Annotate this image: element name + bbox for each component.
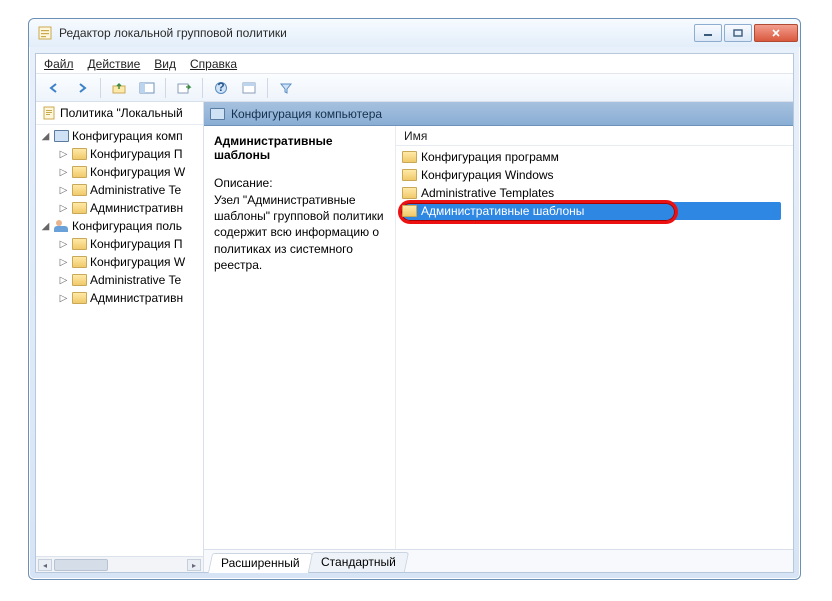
up-folder-button[interactable] — [107, 77, 131, 99]
expand-icon[interactable]: ▷ — [58, 239, 69, 250]
menu-view[interactable]: Вид — [154, 57, 176, 71]
folder-icon — [72, 184, 87, 196]
expand-icon[interactable]: ▷ — [58, 293, 69, 304]
tree-computer-config[interactable]: ◢Конфигурация комп — [40, 127, 203, 145]
show-hide-tree-button[interactable] — [135, 77, 159, 99]
tree-item[interactable]: ▷Конфигурация W — [40, 253, 203, 271]
computer-icon — [54, 130, 69, 142]
menu-action[interactable]: Действие — [88, 57, 141, 71]
content-header-title: Конфигурация компьютера — [231, 107, 382, 121]
close-button[interactable] — [754, 24, 798, 42]
forward-button[interactable] — [70, 77, 94, 99]
doc-icon — [42, 106, 56, 120]
folder-icon — [402, 169, 417, 181]
folder-icon — [72, 202, 87, 214]
folder-icon — [72, 238, 87, 250]
tree-item[interactable]: ▷Administrative Te — [40, 271, 203, 289]
items-list: Имя Конфигурация программ Конфигурация W… — [396, 126, 793, 549]
folder-icon — [402, 151, 417, 163]
tree-pane: Политика "Локальный ◢Конфигурация комп ▷… — [36, 102, 204, 572]
gpedit-icon — [37, 25, 53, 41]
folder-icon — [72, 256, 87, 268]
toolbar: ? — [36, 74, 793, 102]
tab-standard[interactable]: Стандартный — [307, 552, 408, 572]
window-frame: Редактор локальной групповой политики Фа… — [28, 18, 801, 580]
expand-icon[interactable]: ▷ — [58, 275, 69, 286]
description-text: Узел "Административные шаблоны" группово… — [214, 192, 385, 273]
folder-icon — [402, 187, 417, 199]
content-pane: Конфигурация компьютера Административные… — [204, 102, 793, 572]
tree-user-config[interactable]: ◢Конфигурация поль — [40, 217, 203, 235]
tree-item[interactable]: ▷Административн — [40, 289, 203, 307]
export-button[interactable] — [172, 77, 196, 99]
menubar: Файл Действие Вид Справка — [36, 54, 793, 74]
list-item[interactable]: Конфигурация Windows — [402, 166, 787, 184]
view-tabs: Расширенный Стандартный — [204, 550, 793, 572]
content-header: Конфигурация компьютера — [204, 102, 793, 126]
titlebar[interactable]: Редактор локальной групповой политики — [29, 19, 800, 47]
description-panel: Административные шаблоны Описание: Узел … — [204, 126, 396, 549]
expand-icon[interactable]: ▷ — [58, 149, 69, 160]
menu-help[interactable]: Справка — [190, 57, 237, 71]
menu-file[interactable]: Файл — [44, 57, 74, 71]
filter-button[interactable] — [274, 77, 298, 99]
folder-icon — [72, 148, 87, 160]
expand-icon[interactable]: ▷ — [58, 167, 69, 178]
computer-icon — [210, 108, 225, 120]
tab-extended[interactable]: Расширенный — [208, 553, 313, 573]
expand-icon[interactable]: ▷ — [58, 185, 69, 196]
tree-item[interactable]: ▷Конфигурация П — [40, 235, 203, 253]
collapse-icon[interactable]: ◢ — [40, 131, 51, 142]
folder-icon — [72, 274, 87, 286]
description-label: Описание: — [214, 176, 385, 190]
folder-icon — [402, 205, 417, 217]
tree-item[interactable]: ▷Административн — [40, 199, 203, 217]
tree-item[interactable]: ▷Конфигурация W — [40, 163, 203, 181]
scroll-thumb[interactable] — [54, 559, 108, 571]
scroll-right-arrow[interactable]: ▸ — [187, 559, 201, 571]
collapse-icon[interactable]: ◢ — [40, 221, 51, 232]
tree-item[interactable]: ▷Administrative Te — [40, 181, 203, 199]
folder-icon — [72, 292, 87, 304]
column-header-name[interactable]: Имя — [396, 126, 793, 146]
help-button[interactable]: ? — [209, 77, 233, 99]
expand-icon[interactable]: ▷ — [58, 203, 69, 214]
tree-item[interactable]: ▷Конфигурация П — [40, 145, 203, 163]
minimize-button[interactable] — [694, 24, 722, 42]
tree-root-label: Политика "Локальный — [60, 106, 183, 120]
back-button[interactable] — [42, 77, 66, 99]
scroll-left-arrow[interactable]: ◂ — [38, 559, 52, 571]
expand-icon[interactable]: ▷ — [58, 257, 69, 268]
list-item[interactable]: Конфигурация программ — [402, 148, 787, 166]
svg-text:?: ? — [217, 81, 224, 94]
list-item-selected[interactable]: Административные шаблоны — [402, 202, 787, 220]
tree-root[interactable]: Политика "Локальный — [36, 102, 203, 125]
selection-title: Административные шаблоны — [214, 134, 385, 162]
horizontal-scrollbar[interactable]: ◂ ▸ — [36, 556, 203, 572]
window-title: Редактор локальной групповой политики — [59, 26, 692, 40]
folder-icon — [72, 166, 87, 178]
maximize-button[interactable] — [724, 24, 752, 42]
user-icon — [54, 220, 69, 232]
properties-button[interactable] — [237, 77, 261, 99]
list-item[interactable]: Administrative Templates — [402, 184, 787, 202]
